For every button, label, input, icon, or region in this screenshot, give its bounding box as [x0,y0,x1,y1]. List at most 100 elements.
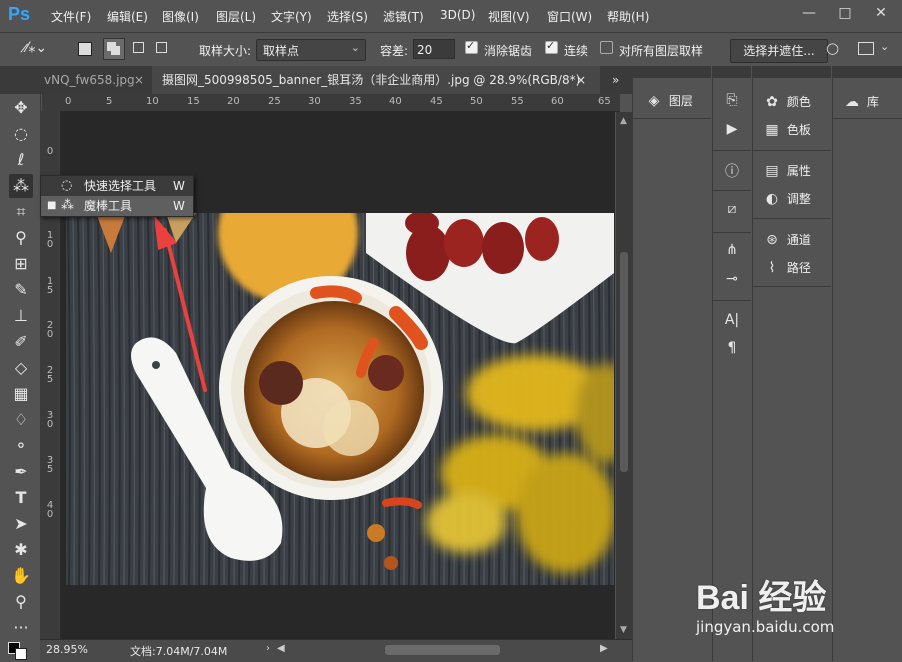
select-and-mask-button[interactable]: 选择并遮住... [730,39,828,63]
healing-brush-tool-icon[interactable]: ⊞ [9,252,33,276]
panel-libraries[interactable]: ☁ 库 [841,93,879,110]
history-icon[interactable]: ⎘ [721,92,743,108]
ruler-tick-label: 15 [187,96,200,107]
blur-tool-icon[interactable]: ♢ [9,408,33,432]
menu-layer[interactable]: 图层(L) [216,8,256,25]
menu-edit[interactable]: 编辑(E) [107,8,148,25]
scrollbar-thumb[interactable] [620,252,628,472]
menu-select[interactable]: 选择(S) [327,8,368,25]
add-selection-button[interactable] [103,38,125,60]
brushes-icon[interactable]: ⋔ [721,242,743,258]
vertical-scrollbar[interactable]: ▲ ▼ [616,112,632,639]
gradient-tool-icon[interactable]: ▦ [9,382,33,406]
menu-window[interactable]: 窗口(W) [547,8,592,25]
menu-file[interactable]: 文件(F) [51,8,91,25]
pen-tool-icon[interactable]: ✒ [9,460,33,484]
flyout-magic-wand[interactable]: ■ ⁂ 魔棒工具 W [41,196,193,216]
workspace-chevron-icon[interactable]: ⌄ [880,40,889,53]
panel-color[interactable]: ✿ 颜色 [761,93,811,110]
brush-tool-icon[interactable]: ✎ [9,278,33,302]
flyout-label: 魔棒工具 [84,199,133,213]
ruler-tick-label: 45 [430,96,443,107]
zoom-level[interactable]: 28.95% [46,643,88,656]
hand-tool-icon[interactable]: ✋ [9,564,33,588]
divider [713,232,751,233]
status-menu-icon[interactable]: › [266,643,270,654]
close-tab-icon[interactable]: × [134,66,144,94]
more-tools-icon[interactable]: ··· [9,616,33,640]
tabs-overflow-icon[interactable]: » [612,66,619,94]
brush-settings-icon[interactable]: ⊸ [721,271,743,287]
menu-view[interactable]: 视图(V) [488,8,530,25]
eyedropper-tool-icon[interactable]: ⚲ [9,226,33,250]
move-tool-icon[interactable]: ✥ [9,96,33,120]
zoom-tool-icon[interactable]: ⚲ [9,590,33,614]
close-tab-icon[interactable]: × [576,66,586,94]
panel-label: 图层 [668,94,693,108]
minimize-button[interactable]: — [792,0,826,32]
scroll-left-icon[interactable]: ◀ [277,643,285,654]
paragraph-icon[interactable]: ¶ [721,340,743,356]
anti-alias-label: 消除锯齿 [484,44,533,58]
flyout-shortcut: W [173,199,185,213]
panel-adjustments[interactable]: ◐ 调整 [761,190,811,207]
ruler-tick-label: 35 [349,96,362,107]
menu-filter[interactable]: 滤镜(T) [383,8,424,25]
panel-collapse-bar[interactable] [713,66,751,78]
navigator-icon[interactable]: ⧄ [721,201,743,217]
actions-play-icon[interactable]: ▶ [721,121,743,137]
panel-channels[interactable]: ⊛ 通道 [761,231,811,248]
tab-vnq[interactable]: vNQ_fw658.jpg × [44,66,149,94]
horizontal-scrollbar-thumb[interactable] [385,645,500,655]
menu-image[interactable]: 图像(I) [162,8,199,25]
anti-alias-checkbox[interactable] [465,39,478,54]
maximize-button[interactable]: □ [828,0,862,32]
search-icon[interactable]: ○ [826,39,839,57]
crop-tool-icon[interactable]: ⌗ [9,200,33,224]
magic-wand-tool-icon[interactable]: ⁂ [9,174,33,198]
shape-tool-icon[interactable]: ✱ [9,538,33,562]
magic-wand-preset-icon[interactable]: ⁄̷⁎⌄ [26,40,47,56]
panel-collapse-bar[interactable] [753,66,831,78]
sample-size-select[interactable]: 取样点 ⌄ [256,39,366,61]
ruler-tick-label: 65 [598,96,611,107]
all-layers-checkbox[interactable] [600,41,613,54]
panel-collapse-bar[interactable] [633,66,711,78]
intersect-selection-icon[interactable] [156,42,167,53]
tab-active-document[interactable]: 摄图网_500998505_banner_银耳汤（非企业商用）.jpg @ 28… [152,66,600,94]
close-window-button[interactable]: ✕ [864,0,898,32]
dodge-tool-icon[interactable]: ⚬ [9,434,33,458]
options-bar: ⁄̷⁎⌄ 取样大小: 取样点 ⌄ 容差: 20 消除锯齿 连续 对所有图层取样 … [0,33,902,67]
menu-help[interactable]: 帮助(H) [607,8,649,25]
scroll-right-icon[interactable]: ▶ [600,643,608,654]
clone-stamp-tool-icon[interactable]: ⊥ [9,304,33,328]
character-icon[interactable]: A| [721,312,743,328]
panel-layers[interactable]: ◈ 图层 [643,92,693,109]
panel-collapse-bar[interactable] [833,66,902,78]
new-selection-icon[interactable] [78,42,92,56]
panel-swatches[interactable]: ▦ 色板 [761,121,810,138]
panel-paths[interactable]: ⌇ 路径 [761,259,811,276]
flyout-quick-selection[interactable]: ◌ 快速选择工具 W [41,176,193,196]
scroll-up-icon[interactable]: ▲ [620,116,627,126]
ruler-tick-label: 55 [511,96,524,107]
marquee-tool-icon[interactable]: ◌ [9,122,33,146]
tolerance-input[interactable]: 20 [413,39,455,59]
background-color-swatch[interactable] [15,648,27,660]
subtract-selection-icon[interactable] [133,42,144,53]
info-icon[interactable]: ⓘ [721,161,743,181]
type-tool-icon[interactable]: T [9,486,33,510]
contiguous-checkbox[interactable] [545,39,558,54]
panel-properties[interactable]: ▤ 属性 [761,162,810,179]
workspace-icon[interactable] [858,42,874,55]
tolerance-label: 容差: [380,44,409,58]
palette-icon: ✿ [766,94,778,110]
menu-type[interactable]: 文字(Y) [271,8,312,25]
menu-3d[interactable]: 3D(D) [440,8,475,22]
eraser-tool-icon[interactable]: ◇ [9,356,33,380]
menu-bar: Ps 文件(F) 编辑(E) 图像(I) 图层(L) 文字(Y) 选择(S) 滤… [0,0,902,33]
lasso-tool-icon[interactable]: ℓ [9,148,33,172]
path-selection-tool-icon[interactable]: ➤ [9,512,33,536]
history-brush-tool-icon[interactable]: ✐ [9,330,33,354]
scroll-down-icon[interactable]: ▼ [620,625,627,635]
